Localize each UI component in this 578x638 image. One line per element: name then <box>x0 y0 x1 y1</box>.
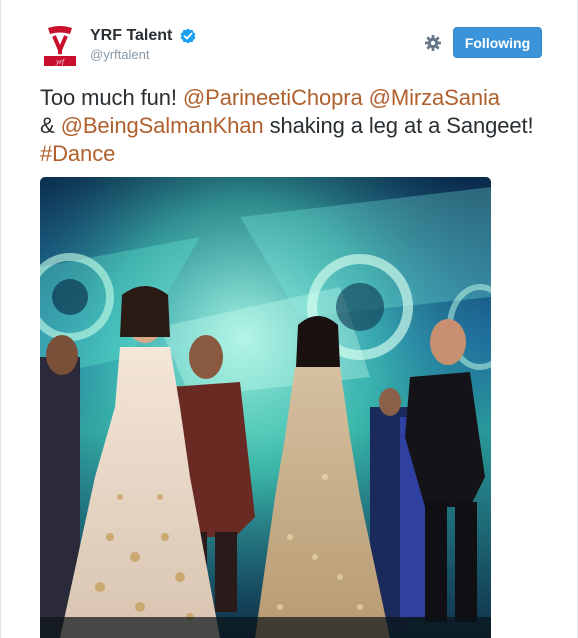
verified-badge-icon <box>180 28 196 44</box>
tweet-text: Too much fun! @ParineetiChopra @MirzaSan… <box>40 84 555 168</box>
tweet-text-part: & <box>40 113 61 138</box>
mention-link[interactable]: @MirzaSania <box>369 85 500 110</box>
tweet-photo[interactable] <box>40 177 491 638</box>
mention-link[interactable]: @ParineetiChopra <box>183 85 363 110</box>
gear-icon[interactable] <box>424 34 442 52</box>
logo-text: yrf <box>55 58 65 66</box>
tweet-text-part: Too much fun! <box>40 85 183 110</box>
following-button[interactable]: Following <box>453 27 542 58</box>
author-display-name[interactable]: YRF Talent <box>90 26 172 46</box>
tweet-text-part: shaking a leg at a Sangeet! <box>263 113 534 138</box>
author-avatar[interactable]: yrf <box>40 24 80 68</box>
mention-link[interactable]: @BeingSalmanKhan <box>61 113 264 138</box>
author-handle[interactable]: @yrftalent <box>90 47 196 63</box>
tweet-header: yrf YRF Talent @yrftalent Following <box>40 24 550 74</box>
author-names: YRF Talent @yrftalent <box>90 26 196 63</box>
hashtag-link[interactable]: #Dance <box>40 141 115 166</box>
tweet-card: yrf YRF Talent @yrftalent Following Too … <box>0 0 578 638</box>
